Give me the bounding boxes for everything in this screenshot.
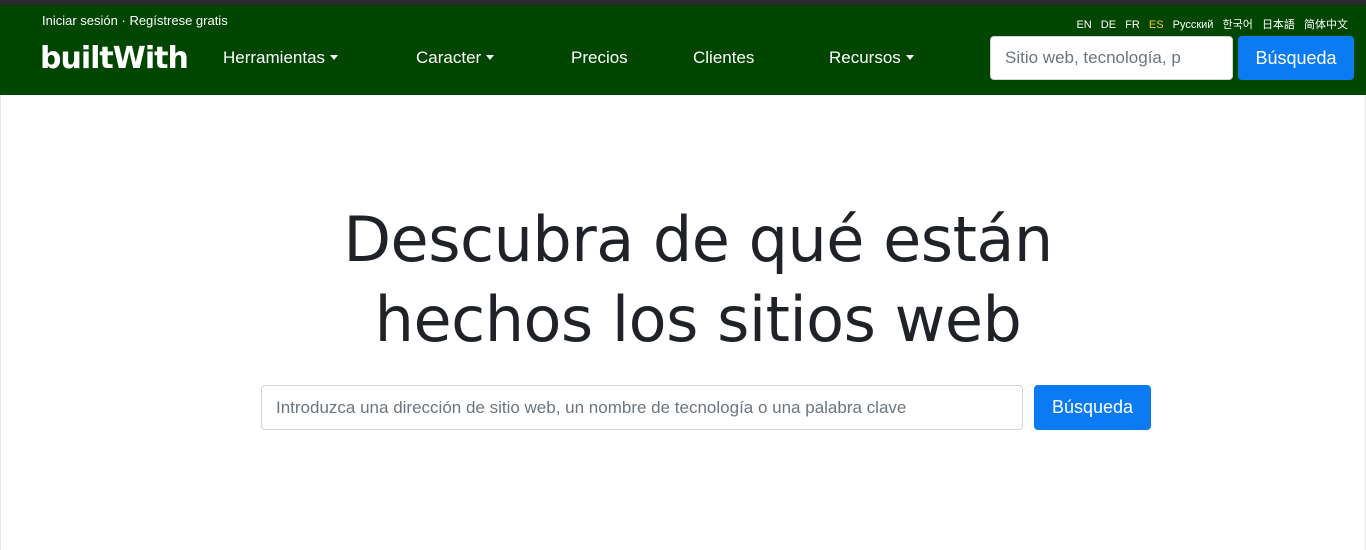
top-navbar: Iniciar sesión · Regístrese gratis EN DE… [0,5,1366,95]
lang-ja[interactable]: 日本語 [1262,19,1295,31]
builtwith-logo[interactable]: builtWith [40,39,189,79]
header-search-input[interactable] [990,36,1233,80]
lang-en[interactable]: EN [1076,19,1091,31]
hero-search-input[interactable] [261,385,1023,430]
nav-precios[interactable]: Precios [571,47,628,69]
lang-fr[interactable]: FR [1125,19,1140,31]
hero-title-line-2: hechos los sitios web [374,283,1022,356]
lang-ru[interactable]: Русский [1173,19,1214,31]
nav-herramientas[interactable]: Herramientas [223,47,339,69]
lang-de[interactable]: DE [1101,19,1116,31]
hero-title-line-1: Descubra de qué están [343,203,1053,276]
lang-ko[interactable]: 한국어 [1223,19,1253,31]
hero-search-button[interactable]: Búsqueda [1034,385,1151,430]
header-search-button[interactable]: Búsqueda [1238,36,1354,80]
lang-zh[interactable]: 简体中文 [1304,19,1348,31]
register-link[interactable]: Regístrese gratis [129,13,227,28]
hero-title: Descubra de qué están hechos los sitios … [0,200,1366,360]
login-link[interactable]: Iniciar sesión [42,13,118,28]
nav-caracter[interactable]: Caracter [416,47,495,69]
nav-clientes[interactable]: Clientes [693,47,754,69]
language-selector: EN DE FR ES Русский 한국어 日本語 简体中文 [1070,16,1348,32]
caret-down-icon [330,55,339,60]
nav-recursos-label: Recursos [829,48,901,67]
nav-precios-label: Precios [571,48,628,67]
auth-links: Iniciar sesión · Regístrese gratis [42,13,228,28]
nav-clientes-label: Clientes [693,48,755,67]
caret-down-icon [905,55,914,60]
nav-caracter-label: Caracter [416,48,482,67]
caret-down-icon [486,55,495,60]
auth-separator: · [117,13,130,28]
nav-recursos[interactable]: Recursos [829,47,914,69]
lang-es[interactable]: ES [1149,19,1164,31]
nav-herramientas-label: Herramientas [223,48,326,67]
